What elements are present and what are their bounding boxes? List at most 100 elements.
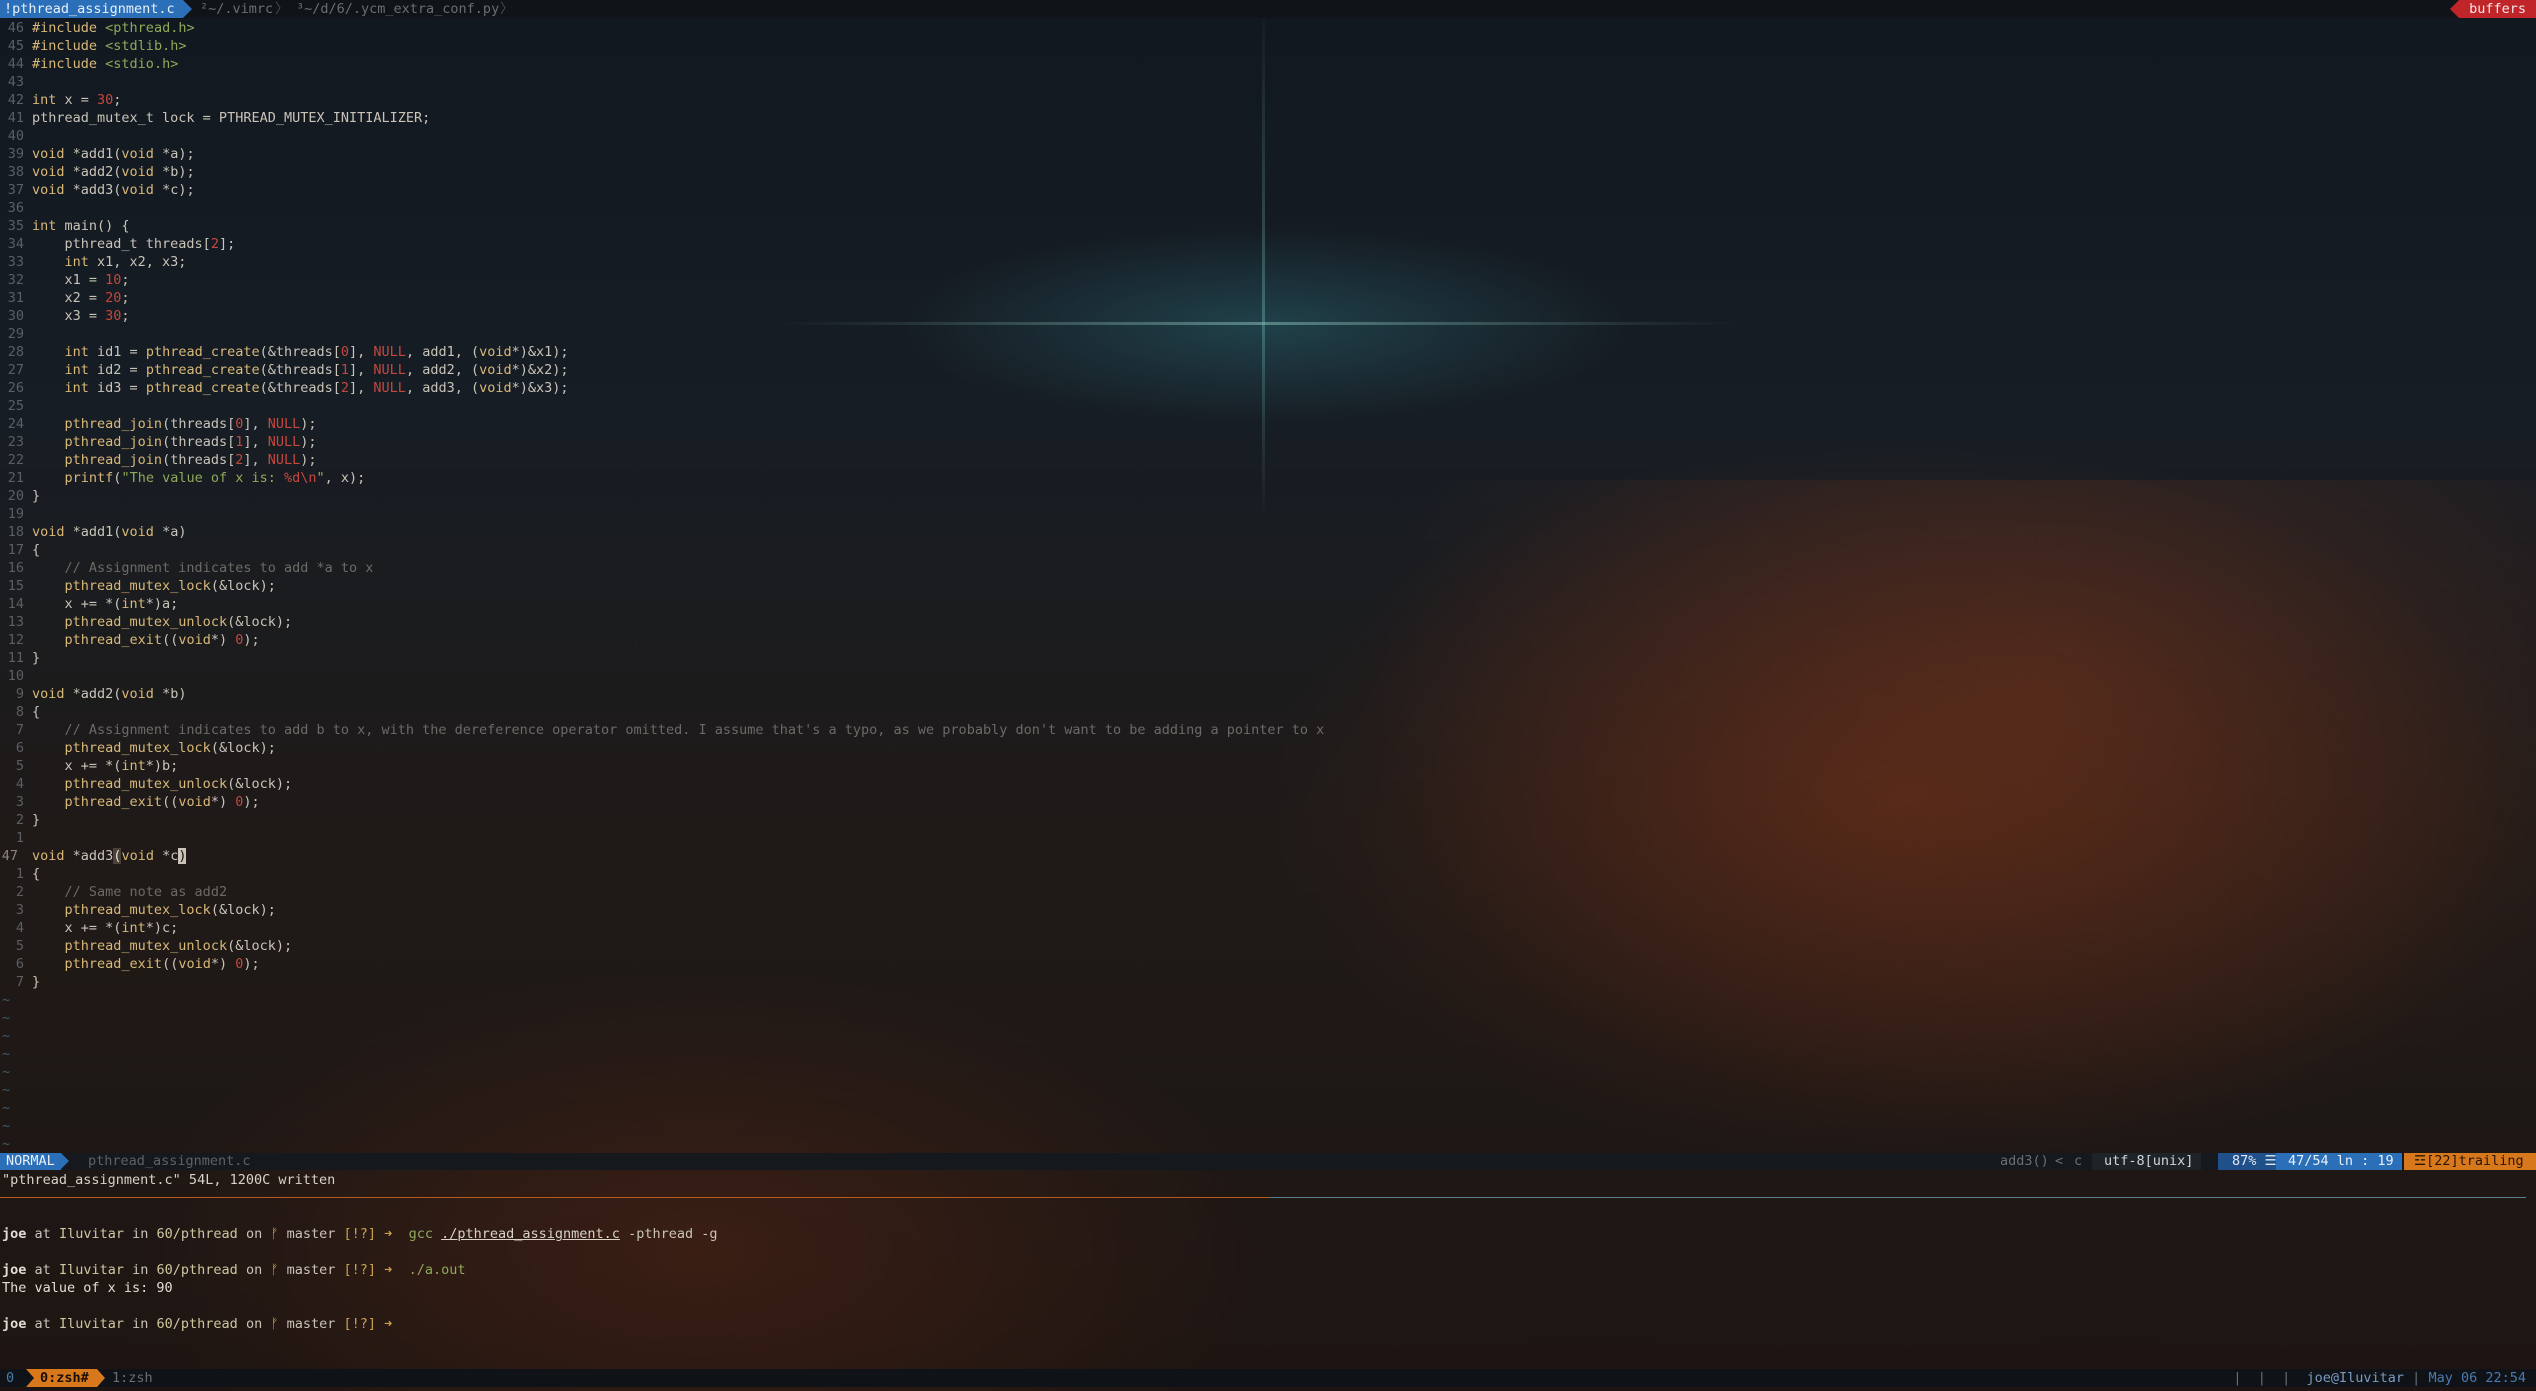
code-line: 17 { xyxy=(0,541,2536,559)
code-text: } xyxy=(32,650,41,666)
current-line-number: 47 xyxy=(1,848,18,864)
code-line: 13 pthread_mutex_unlock(&lock); xyxy=(0,613,2536,631)
tilde-marker: ~ xyxy=(2,1118,11,1134)
buffers-label: buffers xyxy=(2450,0,2536,18)
code-text: int main() { xyxy=(32,218,130,234)
code-line: 14 x += *(int*)a; xyxy=(0,595,2536,613)
code-line: 26 int id3 = pthread_create(&threads[2],… xyxy=(0,379,2536,397)
code-line: 6 pthread_mutex_lock(&lock); xyxy=(0,739,2536,757)
code-line: 11} xyxy=(0,649,2536,667)
status-separators: | | | xyxy=(2233,1370,2291,1386)
code-line: 7} xyxy=(0,973,2536,991)
line-number: 14 xyxy=(7,596,24,612)
code-text: pthread_join(threads[2], NULL); xyxy=(64,452,317,468)
code-text: #include <stdlib.h> xyxy=(32,38,187,54)
line-number: 6 xyxy=(15,956,24,972)
code-line: 5 x += *(int*)b; xyxy=(0,757,2536,775)
code-line-current: 47 void *add3(void *c) xyxy=(0,847,2536,865)
line-number: 4 xyxy=(15,920,24,936)
pane-divider-highlight xyxy=(1270,1197,2526,1198)
code-line: 23 pthread_join(threads[1], NULL); xyxy=(0,433,2536,451)
code-line: 30 x3 = 30; xyxy=(0,307,2536,325)
code-line: 9 void *add2(void *b) xyxy=(0,685,2536,703)
prompt-user: joe xyxy=(2,1316,27,1332)
line-number: 34 xyxy=(7,236,24,252)
shell-prompt-active[interactable]: joe at Iluvitar in 60/pthread on ᚠ maste… xyxy=(2,1315,2502,1333)
vim-tabline: !pthread_assignment.c ²~/.vimrc 〉 ³~/d/6… xyxy=(0,0,2536,18)
code-text: } xyxy=(32,812,41,828)
code-line: 32 x1 = 10; xyxy=(0,271,2536,289)
line-number: 42 xyxy=(7,92,24,108)
shell-prompt-line: joe at Iluvitar in 60/pthread on ᚠ maste… xyxy=(2,1225,2502,1243)
tilde-marker: ~ xyxy=(2,1100,11,1116)
code-text: pthread_mutex_unlock(&lock); xyxy=(64,776,293,792)
line-number: 28 xyxy=(7,344,24,360)
tab-ycm-extra-conf[interactable]: ³~/d/6/.ycm_extra_conf.py xyxy=(296,0,499,18)
code-line: 1 xyxy=(0,829,2536,847)
code-line: 35 int main() { xyxy=(0,217,2536,235)
line-number: 40 xyxy=(7,128,24,144)
trailing-whitespace-warning: ☲[22]trailing xyxy=(2404,1153,2536,1170)
line-number: 1 xyxy=(15,830,24,846)
code-text: #include <pthread.h> xyxy=(32,20,195,36)
prompt-directory: 60/pthread xyxy=(156,1262,238,1278)
line-number: 3 xyxy=(15,794,24,810)
code-line: 10 xyxy=(0,667,2536,685)
code-editor[interactable]: 46 #include <pthread.h> 45 #include <stdli… xyxy=(0,19,2536,991)
chevron-left-icon: < xyxy=(2055,1153,2064,1169)
text-cursor: ) xyxy=(178,848,187,864)
tmux-window[interactable]: 1:zsh xyxy=(112,1369,153,1387)
code-text: { xyxy=(32,704,41,720)
prompt-on: on xyxy=(245,1262,263,1278)
code-line: 42 int x = 30; xyxy=(0,91,2536,109)
code-text: int x = 30; xyxy=(32,92,122,108)
line-number: 23 xyxy=(7,434,24,450)
code-text: int id1 = pthread_create(&threads[0], NU… xyxy=(64,344,569,360)
prompt-git-status: [!?] xyxy=(343,1226,377,1242)
line-number: 8 xyxy=(15,704,24,720)
line-number: 26 xyxy=(7,380,24,396)
code-text: pthread_join(threads[1], NULL); xyxy=(64,434,317,450)
code-line: 6 pthread_exit((void*) 0); xyxy=(0,955,2536,973)
line-number: 46 xyxy=(7,20,24,36)
code-text: int x1, x2, x3; xyxy=(64,254,187,270)
line-number: 37 xyxy=(7,182,24,198)
tab-vimrc[interactable]: ²~/.vimrc xyxy=(200,0,273,18)
tilde-marker: ~ xyxy=(2,1064,11,1080)
code-line: 2 // Same note as add2 xyxy=(0,883,2536,901)
code-text: printf("The value of x is: %d\n", x); xyxy=(64,470,366,486)
program-output: The value of x is: 90 xyxy=(2,1280,173,1296)
prompt-in: in xyxy=(132,1226,149,1242)
tab-pthread-assignment[interactable]: !pthread_assignment.c xyxy=(0,0,192,18)
code-text: void *add1(void *a); xyxy=(32,146,195,162)
line-number: 15 xyxy=(7,578,24,594)
code-text: pthread_t threads[2]; xyxy=(32,236,236,252)
prompt-host: Iluvitar xyxy=(58,1226,124,1242)
code-text: pthread_exit((void*) 0); xyxy=(64,794,260,810)
code-text: void *add2(void *b); xyxy=(32,164,195,180)
code-line: 19 xyxy=(0,505,2536,523)
code-text: } xyxy=(32,488,41,504)
tmux-window-active[interactable]: 0:zsh# xyxy=(26,1369,105,1387)
code-line: 45 #include <stdlib.h> xyxy=(0,37,2536,55)
line-number: 12 xyxy=(7,632,24,648)
line-number: 4 xyxy=(15,776,24,792)
statusline-position: 47/54 ln : 19 xyxy=(2276,1153,2402,1170)
tilde-marker: ~ xyxy=(2,1046,11,1062)
code-text: pthread_mutex_unlock(&lock); xyxy=(64,938,293,954)
code-line: 18 void *add1(void *a) xyxy=(0,523,2536,541)
code-line: 4 x += *(int*)c; xyxy=(0,919,2536,937)
prompt-directory: 60/pthread xyxy=(156,1226,238,1242)
line-number: 9 xyxy=(15,686,24,702)
code-text: } xyxy=(32,974,41,990)
code-line: 38 void *add2(void *b); xyxy=(0,163,2536,181)
code-text: x1 = 10; xyxy=(32,272,130,288)
code-text: pthread_mutex_t lock = PTHREAD_MUTEX_INI… xyxy=(32,110,431,126)
prompt-arrow-icon: ➜ xyxy=(384,1226,393,1242)
command-file-arg: ./pthread_assignment.c xyxy=(441,1226,620,1242)
prompt-at: at xyxy=(34,1316,51,1332)
statusline-percent: 87% ☰ xyxy=(2218,1153,2283,1170)
code-text: x2 = 20; xyxy=(32,290,130,306)
line-number: 36 xyxy=(7,200,24,216)
code-line: 16 // Assignment indicates to add *a to … xyxy=(0,559,2536,577)
